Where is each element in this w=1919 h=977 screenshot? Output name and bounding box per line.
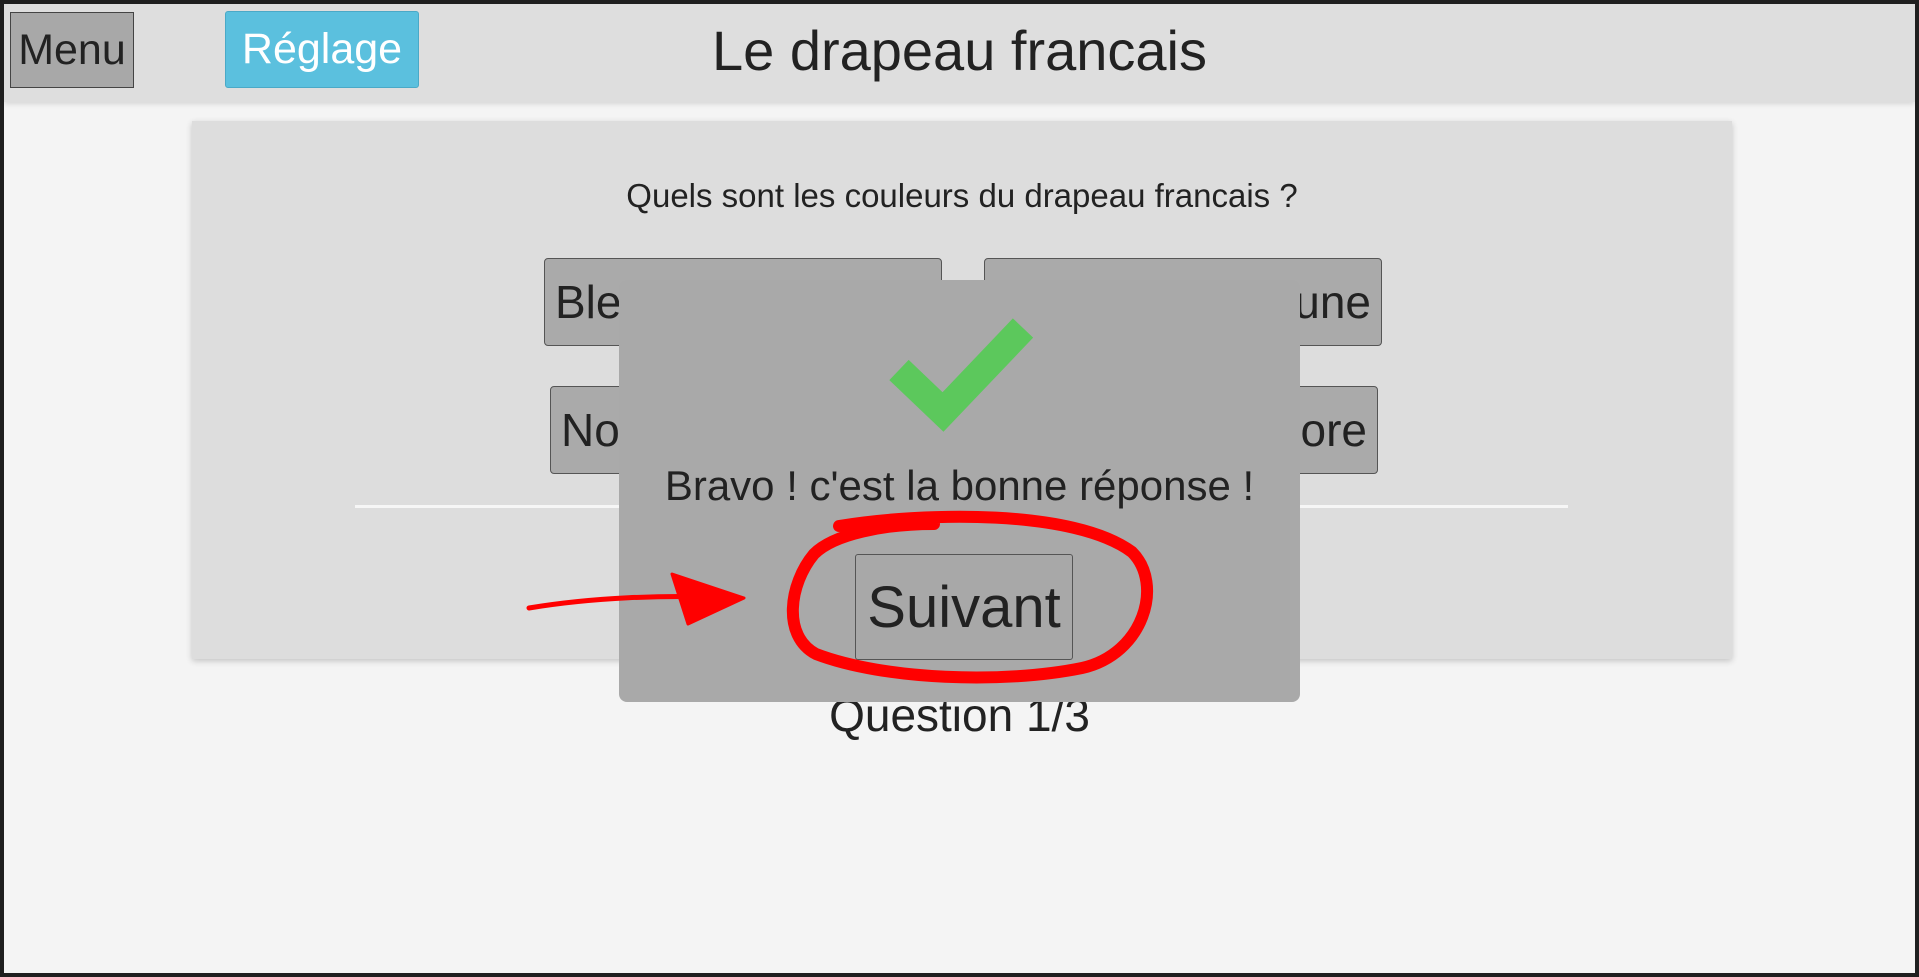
menu-button[interactable]: Menu — [10, 12, 134, 88]
answer-3-label: No — [561, 404, 620, 456]
answer-1-label: Ble — [555, 276, 622, 328]
header-bar: Le drapeau francais Menu Réglage — [4, 4, 1915, 102]
feedback-message: Bravo ! c'est la bonne réponse ! — [664, 462, 1255, 509]
checkmark-icon — [889, 318, 1034, 432]
next-button[interactable]: Suivant — [855, 554, 1073, 660]
answer-4-label: ore — [1300, 404, 1367, 456]
feedback-modal: Bravo ! c'est la bonne réponse ! Suivant — [619, 280, 1300, 702]
settings-button[interactable]: Réglage — [225, 11, 419, 88]
answer-2-label: une — [1294, 276, 1371, 328]
app-window: Le drapeau francais Menu Réglage Quels s… — [4, 4, 1915, 973]
question-text: Quels sont les couleurs du drapeau franc… — [626, 177, 1298, 214]
